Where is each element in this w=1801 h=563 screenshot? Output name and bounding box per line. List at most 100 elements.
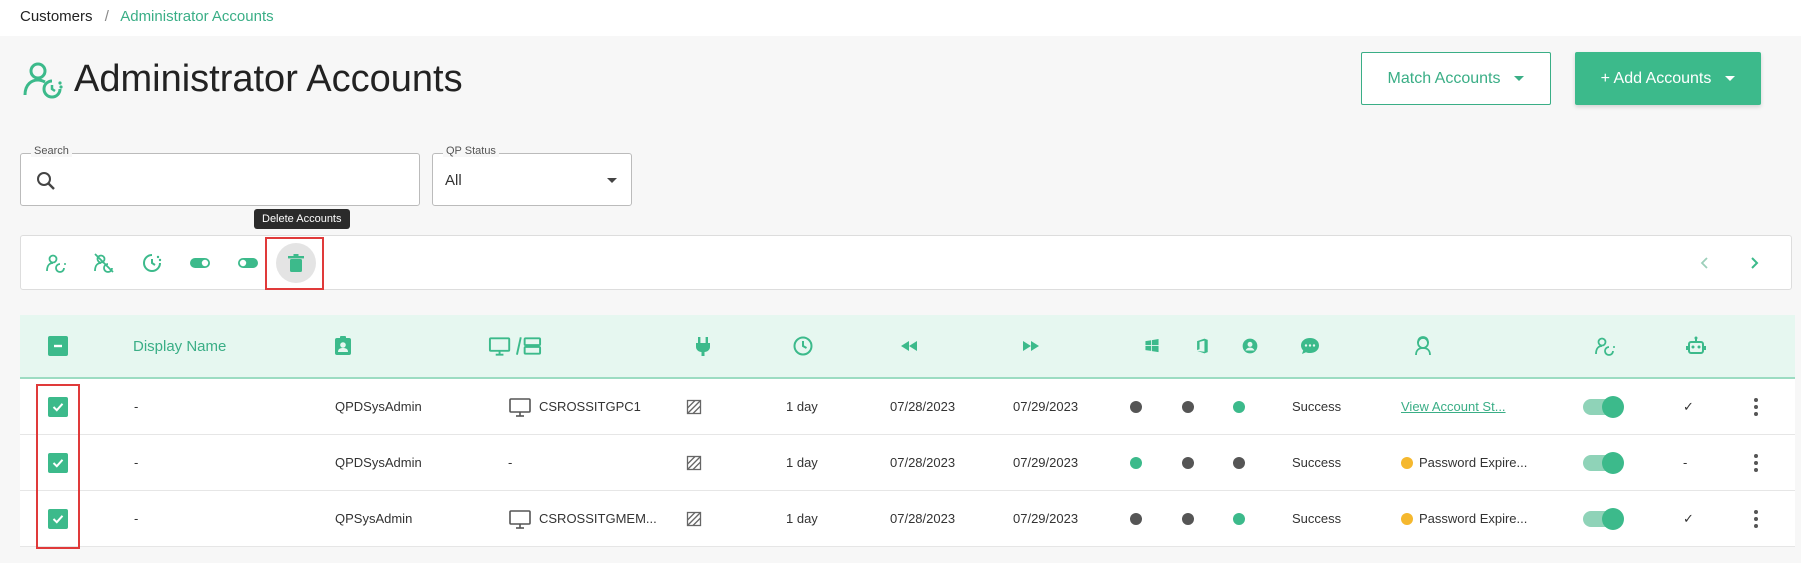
chevron-down-icon xyxy=(1514,76,1525,81)
column-display-name[interactable]: Display Name xyxy=(133,315,226,377)
status-cell: View Account St... xyxy=(1401,379,1506,434)
qp-status-label: QP Status xyxy=(443,145,499,157)
robot-icon xyxy=(1686,336,1706,354)
enabled-cell xyxy=(1583,379,1624,434)
column-rotation-interval[interactable] xyxy=(792,315,814,377)
top-bar: Customers / Administrator Accounts xyxy=(0,0,1801,36)
column-user[interactable] xyxy=(1241,315,1259,377)
status-dot xyxy=(1130,512,1142,525)
rewind-icon xyxy=(901,341,917,351)
column-result[interactable] xyxy=(1299,315,1321,377)
column-device[interactable] xyxy=(488,315,542,377)
unassign-accounts-button[interactable] xyxy=(87,246,121,280)
next-rotation-cell: 07/29/2023 xyxy=(1013,511,1079,526)
qp-status-select[interactable]: QP Status All xyxy=(432,145,632,206)
automation-cell: ✓ xyxy=(1683,510,1694,526)
status-cell: Password Expire... xyxy=(1401,491,1527,546)
chevron-right-icon xyxy=(1751,257,1759,269)
computer-icon xyxy=(508,508,532,530)
breadcrumb-customers-link[interactable]: Customers xyxy=(20,8,93,25)
column-windows[interactable] xyxy=(1143,315,1161,377)
status-dot xyxy=(1182,512,1194,525)
disconnected-icon xyxy=(686,399,702,414)
clock-icon xyxy=(793,336,813,356)
enabled-cell xyxy=(1583,435,1624,490)
enabled-cell xyxy=(1583,491,1624,546)
display-name-cell: - xyxy=(134,511,139,526)
assign-user-icon xyxy=(1595,337,1615,356)
page-header: Administrator Accounts xyxy=(22,58,463,101)
view-account-status-link[interactable]: View Account St... xyxy=(1401,399,1506,414)
add-accounts-button[interactable]: + Add Accounts xyxy=(1575,52,1761,105)
search-label: Search xyxy=(31,145,72,157)
column-next-rotation[interactable] xyxy=(1020,315,1042,377)
status-dot xyxy=(1182,400,1194,413)
add-accounts-label: + Add Accounts xyxy=(1600,69,1712,87)
disconnected-icon xyxy=(686,455,702,470)
select-all-checkbox[interactable] xyxy=(48,336,68,356)
toggle-off-icon xyxy=(238,258,258,268)
column-automation[interactable] xyxy=(1685,315,1707,377)
breadcrumb-separator: / xyxy=(104,8,109,25)
assign-accounts-button[interactable] xyxy=(39,246,73,280)
account-enabled-toggle[interactable] xyxy=(1583,395,1624,418)
table-row[interactable]: - QPDSysAdmin - 1 day 07/28/2023 07/29/2… xyxy=(20,435,1795,491)
automation-cell: ✓ xyxy=(1683,398,1694,414)
column-last-rotation[interactable] xyxy=(898,315,920,377)
refresh-timer-icon xyxy=(143,254,162,272)
next-rotation-cell: 07/29/2023 xyxy=(1013,399,1079,414)
column-office[interactable] xyxy=(1193,315,1211,377)
select-all-cell xyxy=(48,315,68,377)
status-dot xyxy=(1233,400,1245,413)
search-input[interactable] xyxy=(65,164,405,196)
device-cell: - xyxy=(508,435,512,490)
column-status[interactable] xyxy=(1412,315,1434,377)
office-icon xyxy=(1197,338,1208,354)
user-status-cell xyxy=(1233,379,1245,434)
computer-icon xyxy=(508,396,532,418)
disable-accounts-button[interactable] xyxy=(231,246,265,280)
chat-icon xyxy=(1301,338,1319,354)
delete-accounts-tooltip: Delete Accounts xyxy=(254,209,350,229)
windows-status-cell xyxy=(1130,379,1142,434)
computer-server-icon xyxy=(488,337,542,356)
search-field[interactable]: Search xyxy=(20,145,420,206)
plug-icon xyxy=(696,337,710,356)
status-dot xyxy=(1233,456,1245,469)
status-text: Password Expire... xyxy=(1419,455,1528,470)
agent-icon xyxy=(1415,336,1431,356)
admin-account-icon xyxy=(22,59,64,101)
table-row[interactable]: - QPSysAdmin CSROSSITGMEM... 1 day 07/28… xyxy=(20,491,1795,547)
display-name-cell: - xyxy=(134,399,139,414)
duration-cell: 1 day xyxy=(786,511,818,526)
previous-page-button[interactable] xyxy=(1692,250,1718,276)
account-enabled-toggle[interactable] xyxy=(1583,507,1624,530)
more-options-icon[interactable] xyxy=(1750,450,1762,476)
status-dot xyxy=(1130,400,1142,413)
column-connection[interactable] xyxy=(692,315,714,377)
column-account[interactable] xyxy=(332,315,354,377)
table-row[interactable]: - QPDSysAdmin CSROSSITGPC1 1 day 07/28/2… xyxy=(20,379,1795,435)
enable-accounts-button[interactable] xyxy=(183,246,217,280)
windows-status-cell xyxy=(1130,435,1142,490)
match-accounts-button[interactable]: Match Accounts xyxy=(1361,52,1551,105)
account-cell: QPDSysAdmin xyxy=(335,399,422,414)
contact-card-icon xyxy=(335,336,351,355)
page-title: Administrator Accounts xyxy=(74,58,463,100)
status-dot xyxy=(1182,456,1194,469)
warning-dot xyxy=(1401,512,1413,525)
connection-cell xyxy=(686,379,702,434)
next-page-button[interactable] xyxy=(1741,250,1767,276)
breadcrumb-current: Administrator Accounts xyxy=(120,8,274,25)
assign-user-icon xyxy=(46,254,66,273)
device-cell: CSROSSITGMEM... xyxy=(508,491,657,546)
more-options-icon[interactable] xyxy=(1750,394,1762,420)
more-options-icon[interactable] xyxy=(1750,506,1762,532)
chevron-down-icon xyxy=(1725,76,1736,81)
column-assigned[interactable] xyxy=(1594,315,1616,377)
refresh-timer-button[interactable] xyxy=(135,246,169,280)
breadcrumb: Customers / Administrator Accounts xyxy=(20,8,274,25)
result-cell: Success xyxy=(1292,511,1342,526)
table-header: Display Name xyxy=(20,315,1795,379)
account-enabled-toggle[interactable] xyxy=(1583,451,1624,474)
